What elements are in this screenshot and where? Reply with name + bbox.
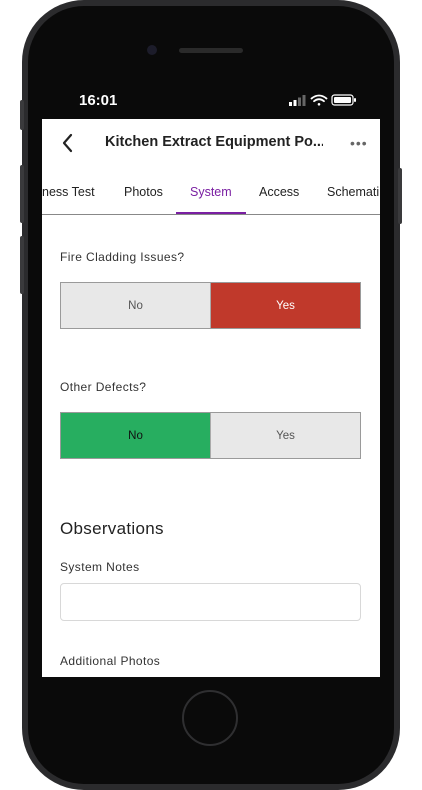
tab-bar: ness Test Photos System Access Schemati: [42, 167, 380, 215]
active-tab-indicator: [176, 212, 246, 214]
app-screen: Kitchen Extract Equipment Po... ••• ness…: [42, 119, 380, 677]
nav-bar: Kitchen Extract Equipment Po... •••: [42, 119, 380, 167]
volume-up-button: [20, 165, 24, 223]
other-defects-label: Other Defects?: [60, 380, 147, 394]
other-defects-yes-button[interactable]: Yes: [210, 413, 360, 458]
other-defects-no-button[interactable]: No: [61, 413, 210, 458]
fire-cladding-no-button[interactable]: No: [61, 283, 210, 328]
cellular-signal-icon: [289, 95, 306, 106]
system-notes-label: System Notes: [60, 560, 140, 574]
tab-tightness-test[interactable]: ness Test: [42, 185, 95, 199]
observations-heading: Observations: [60, 519, 164, 538]
mute-switch: [20, 100, 24, 130]
tab-system[interactable]: System: [190, 185, 232, 199]
earpiece-speaker: [179, 48, 243, 53]
fire-cladding-label: Fire Cladding Issues?: [60, 250, 185, 264]
wifi-icon: [310, 94, 328, 106]
page-title: Kitchen Extract Equipment Po...: [105, 134, 323, 150]
system-notes-input[interactable]: [60, 583, 361, 621]
status-icons: [289, 94, 356, 106]
volume-down-button: [20, 236, 24, 294]
tab-photos[interactable]: Photos: [124, 185, 163, 199]
back-arrow-icon[interactable]: [58, 132, 80, 154]
power-button: [398, 168, 402, 224]
fire-cladding-toggle: No Yes: [60, 282, 361, 329]
additional-photos-label: Additional Photos: [60, 654, 161, 668]
front-camera: [147, 45, 157, 55]
other-defects-toggle: No Yes: [60, 412, 361, 459]
tab-schematic[interactable]: Schemati: [327, 185, 379, 199]
tab-access[interactable]: Access: [259, 185, 299, 199]
fire-cladding-yes-button[interactable]: Yes: [210, 283, 360, 328]
home-button[interactable]: [182, 690, 238, 746]
battery-icon: [331, 94, 356, 106]
status-time: 16:01: [79, 92, 118, 109]
more-options-icon[interactable]: •••: [350, 133, 368, 153]
